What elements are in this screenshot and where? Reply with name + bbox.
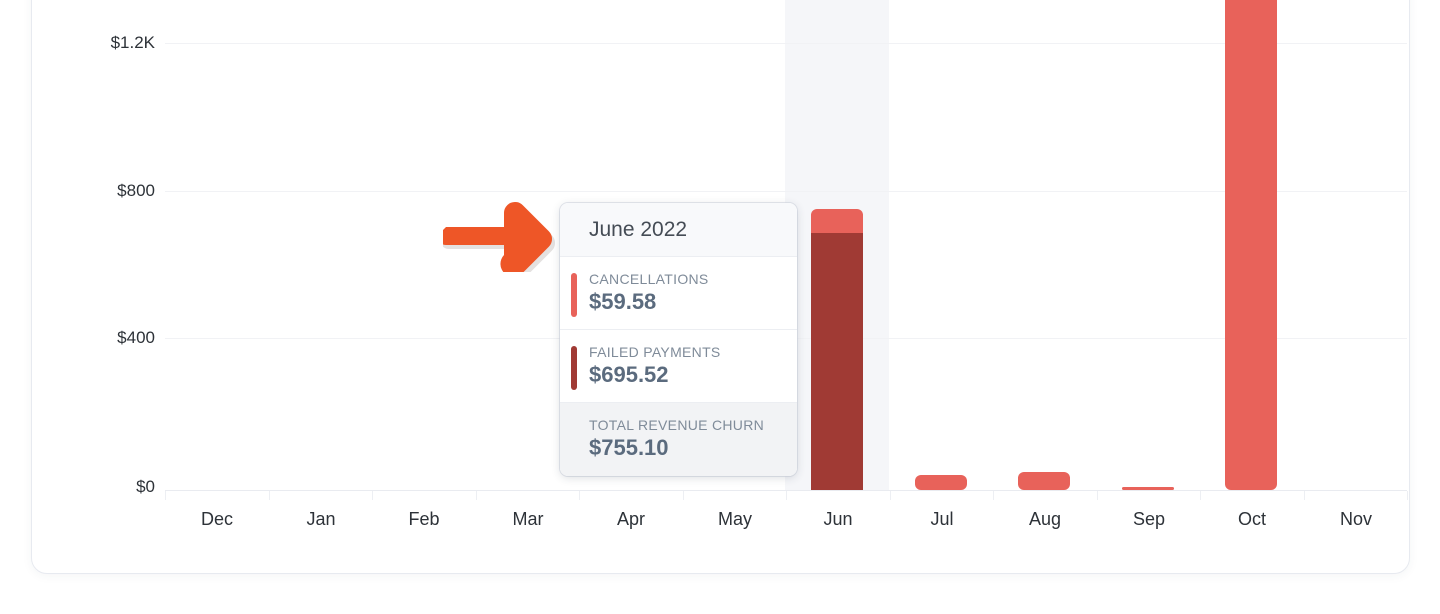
x-axis-tick — [890, 491, 891, 500]
x-axis-tick-label: Dec — [200, 509, 233, 529]
y-axis-tick-label: $0 — [136, 477, 155, 496]
bar-jul[interactable] — [915, 475, 967, 490]
bar-segment-cancellations — [811, 209, 863, 233]
x-axis-labels: Dec Jan Feb Mar Apr May Jun Jul Aug Sep … — [165, 509, 1407, 539]
tooltip-total-label: TOTAL REVENUE CHURN — [589, 417, 765, 433]
bar-segment-cancellations — [915, 475, 967, 490]
bar-jun[interactable] — [811, 209, 863, 490]
tooltip-series-value: $59.58 — [589, 289, 657, 314]
x-axis-tick-label: Jun — [823, 509, 853, 529]
x-axis-tick — [993, 491, 994, 500]
x-axis-tick-label: Aug — [1028, 509, 1062, 529]
x-axis-tick — [269, 491, 270, 500]
bar-sep[interactable] — [1122, 487, 1174, 490]
x-axis-tick-label: Feb — [408, 509, 440, 529]
tooltip-row-cancellations: CANCELLATIONS $59.58 — [560, 257, 797, 330]
x-axis-tick-label: Sep — [1132, 509, 1166, 529]
gridline-800 — [165, 191, 1407, 192]
bar-segment-failed-payments — [811, 233, 863, 490]
y-axis-tick-label: $800 — [117, 181, 155, 200]
bar-oct[interactable] — [1225, 0, 1277, 490]
series-color-swatch-failed-payments — [571, 346, 577, 390]
x-axis-tick-label: Nov — [1339, 509, 1372, 529]
tooltip-total-value: $755.10 — [589, 435, 669, 460]
x-axis-tick — [1407, 491, 1408, 500]
bar-aug[interactable] — [1018, 472, 1070, 490]
x-axis-tick — [1304, 491, 1305, 500]
tooltip-row-failed-payments: FAILED PAYMENTS $695.52 — [560, 330, 797, 403]
x-axis-tick — [165, 491, 166, 500]
y-axis-tick-label: $1.2K — [110, 33, 155, 52]
x-axis-tick — [372, 491, 373, 500]
y-axis-labels: $1.2K $800 $400 $0 — [32, 0, 155, 496]
gridline-1200 — [165, 43, 1407, 44]
x-axis-tick — [579, 491, 580, 500]
tooltip-series-label: CANCELLATIONS — [589, 271, 709, 287]
tooltip-series-label: FAILED PAYMENTS — [589, 344, 721, 360]
x-axis-tick-label: Mar — [512, 509, 544, 529]
bar-segment-cancellations — [1018, 472, 1070, 490]
tooltip-series-value: $695.52 — [589, 362, 669, 387]
chart-tooltip: June 2022 CANCELLATIONS $59.58 FAILED PA… — [560, 203, 797, 476]
x-axis-tick — [786, 491, 787, 500]
tooltip-row-total: TOTAL REVENUE CHURN $755.10 — [560, 403, 797, 476]
x-axis-tick — [1097, 491, 1098, 500]
x-axis-tick-label: Oct — [1237, 509, 1266, 529]
arrow-right-icon — [437, 198, 557, 281]
screenshot-root: $1.2K $800 $400 $0 Dec Jan Feb Mar Apr M… — [0, 0, 1440, 614]
x-axis-tick — [683, 491, 684, 500]
bar-segment-cancellations — [1225, 0, 1277, 490]
x-axis-tick — [1200, 491, 1201, 500]
series-color-swatch-cancellations — [571, 273, 577, 317]
y-axis-tick-label: $400 — [117, 328, 155, 347]
x-axis-tick-label: Jan — [306, 509, 336, 529]
bar-segment-cancellations — [1122, 487, 1174, 490]
x-axis-tick-label: Jul — [930, 509, 954, 529]
x-axis-tick — [476, 491, 477, 500]
x-axis-tick-label: May — [717, 509, 752, 529]
tooltip-title: June 2022 — [560, 203, 797, 257]
x-axis-tick-label: Apr — [616, 509, 645, 529]
